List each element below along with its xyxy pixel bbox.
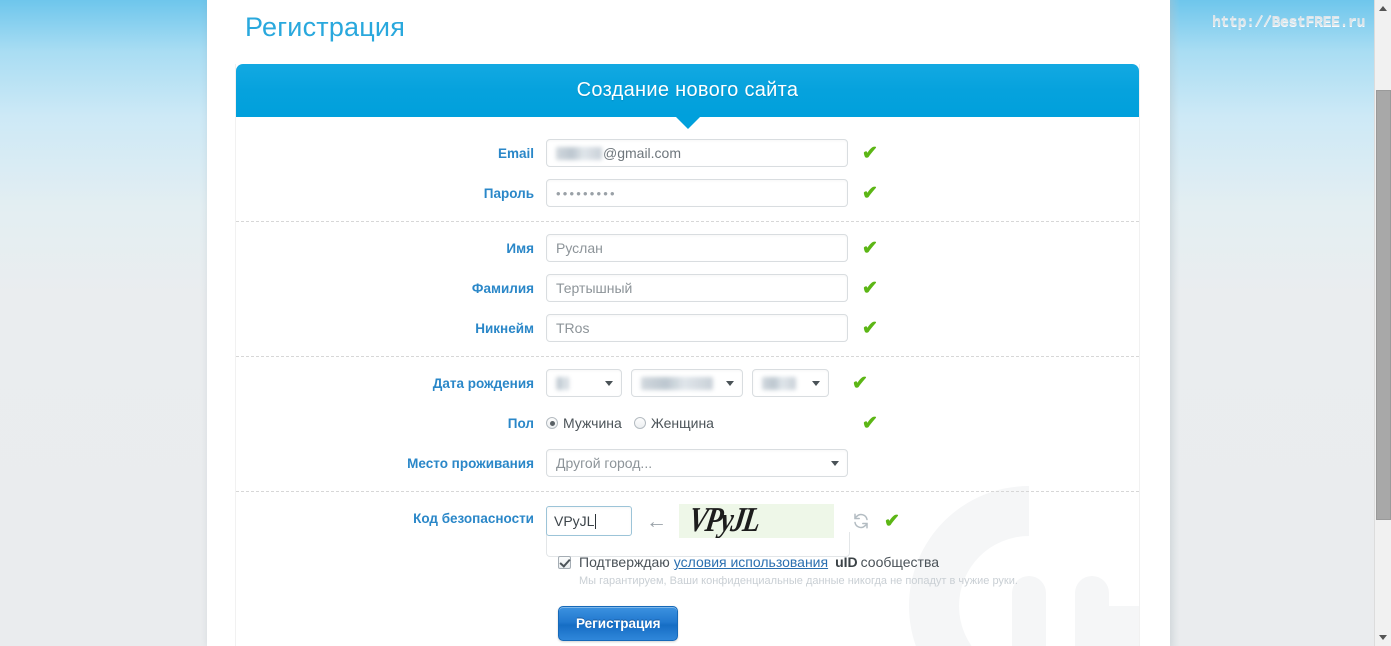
birth-year-redacted-value	[762, 376, 796, 390]
captcha-input-value: VPyJL	[554, 513, 595, 529]
email-label: Email	[497, 146, 534, 161]
birth-date-valid-icon: ✔	[852, 372, 868, 394]
field-row-password: Пароль ••••••••• ✔	[236, 179, 1139, 209]
field-group-identity: Имя ✔ Фамилия ✔ Никнейм	[236, 221, 1139, 356]
city-control: Другой город...	[546, 449, 848, 477]
field-group-security: Код безопасности VPyJL ← VPyJL ✔ Подтвер…	[236, 491, 1139, 646]
radio-selected-icon	[546, 417, 558, 429]
chevron-up-icon	[1379, 6, 1387, 11]
chevron-down-icon	[1379, 635, 1387, 640]
birth-year-select[interactable]	[752, 369, 829, 397]
email-control: @gmail.com ✔	[546, 139, 878, 167]
email-redacted-localpart	[556, 146, 602, 160]
page-viewport: Регистрация http://BestFREE.ru Создание …	[0, 0, 1391, 646]
captcha-image: VPyJL	[679, 504, 834, 538]
register-submit-button[interactable]: Регистрация	[558, 606, 679, 641]
radio-unselected-icon	[633, 417, 646, 429]
birth-day-redacted-value	[556, 376, 569, 390]
gender-label: Пол	[507, 416, 534, 431]
field-row-email: Email @gmail.com ✔	[236, 139, 1139, 169]
vertical-scrollbar[interactable]	[1374, 0, 1391, 646]
field-row-captcha: Код безопасности VPyJL ← VPyJL ✔	[236, 504, 1139, 557]
form-body: Email @gmail.com ✔ Пароль ••••••••• ✔ Им…	[236, 117, 1139, 646]
nickname-input[interactable]	[546, 314, 848, 342]
gender-option-female[interactable]: Женщина	[633, 415, 714, 431]
birth-month-select[interactable]	[631, 369, 743, 397]
birth-day-select[interactable]	[546, 369, 622, 397]
captcha-image-text: VPyJL	[686, 504, 762, 538]
field-row-city: Место проживания Другой город...	[236, 449, 1139, 479]
gender-control: Мужчина Женщина ✔	[546, 409, 878, 437]
chevron-down-icon	[831, 461, 839, 466]
field-group-account: Email @gmail.com ✔ Пароль ••••••••• ✔	[236, 135, 1139, 221]
field-row-birth-date: Дата рождения ✔	[236, 369, 1139, 399]
content-column-edge	[1170, 0, 1180, 646]
field-row-gender: Пол Мужчина Женщина ✔	[236, 409, 1139, 439]
first-name-control: ✔	[546, 234, 878, 262]
password-masked-value: •••••••••	[556, 185, 617, 201]
email-valid-icon: ✔	[862, 142, 878, 164]
field-row-last-name: Фамилия ✔	[236, 274, 1139, 304]
watermark-url: http://BestFREE.ru	[1211, 14, 1366, 31]
field-group-demographics: Дата рождения ✔ Пол Мужчина Женщина ✔ Ме…	[236, 356, 1139, 491]
city-select[interactable]: Другой город...	[546, 449, 848, 477]
panel-header-title: Создание нового сайта	[576, 79, 799, 101]
gender-radio-group: Мужчина Женщина	[546, 409, 848, 437]
agreement-block: Подтверждаю условия использования uID со…	[558, 554, 1139, 587]
last-name-valid-icon: ✔	[862, 277, 878, 299]
submit-wrap: Регистрация	[558, 606, 1139, 641]
last-name-label: Фамилия	[471, 281, 534, 296]
nickname-valid-icon: ✔	[862, 317, 878, 339]
scrollbar-thumb[interactable]	[1376, 90, 1391, 520]
chevron-down-icon	[605, 381, 613, 386]
city-select-value: Другой город...	[556, 455, 653, 471]
nickname-label: Никнейм	[475, 321, 534, 336]
text-cursor	[595, 513, 597, 529]
captcha-control: VPyJL ← VPyJL ✔	[546, 504, 900, 557]
registration-form-panel: Создание нового сайта Email @gmail.com ✔	[235, 64, 1140, 646]
nickname-control: ✔	[546, 314, 878, 342]
last-name-control: ✔	[546, 274, 878, 302]
gender-option-male[interactable]: Мужчина	[546, 415, 622, 431]
birth-month-redacted-value	[641, 376, 713, 390]
gender-option-female-label: Женщина	[650, 415, 714, 431]
email-input[interactable]: @gmail.com	[546, 139, 848, 167]
refresh-icon[interactable]	[852, 512, 870, 530]
page-title: Регистрация	[245, 12, 406, 42]
brand-name: uID	[835, 554, 858, 570]
password-control: ••••••••• ✔	[546, 179, 878, 207]
city-label: Место проживания	[407, 456, 534, 471]
password-input[interactable]: •••••••••	[546, 179, 848, 207]
gender-option-male-label: Мужчина	[563, 415, 622, 431]
agreement-text-before: Подтверждаю	[579, 554, 670, 570]
field-row-nickname: Никнейм ✔	[236, 314, 1139, 344]
birth-date-label: Дата рождения	[432, 376, 534, 391]
password-valid-icon: ✔	[862, 182, 878, 204]
gender-valid-icon: ✔	[862, 412, 878, 434]
scroll-up-button[interactable]	[1375, 0, 1391, 17]
captcha-input[interactable]: VPyJL	[546, 506, 632, 536]
terms-of-use-link[interactable]: условия использования	[674, 554, 828, 570]
birth-date-control: ✔	[546, 369, 868, 397]
captcha-valid-icon: ✔	[884, 510, 900, 532]
arrow-left-icon: ←	[646, 509, 667, 533]
privacy-note: Мы гарантируем, Ваши конфиденциальные да…	[579, 575, 1018, 587]
field-row-first-name: Имя ✔	[236, 234, 1139, 264]
email-domain: @gmail.com	[603, 145, 682, 161]
agreement-text-after: сообщества	[860, 554, 940, 570]
panel-header: Создание нового сайта	[236, 64, 1139, 129]
captcha-label: Код безопасности	[413, 511, 534, 526]
agreement-line: Подтверждаю условия использования uID со…	[558, 554, 1139, 570]
scroll-down-button[interactable]	[1375, 629, 1391, 646]
header-notch-triangle	[674, 116, 701, 129]
first-name-input[interactable]	[546, 234, 848, 262]
chevron-down-icon	[812, 381, 820, 386]
first-name-valid-icon: ✔	[862, 237, 878, 259]
agreement-checkbox[interactable]	[558, 555, 571, 569]
password-label: Пароль	[483, 186, 534, 201]
last-name-input[interactable]	[546, 274, 848, 302]
first-name-label: Имя	[506, 241, 534, 256]
chevron-down-icon	[726, 381, 734, 386]
